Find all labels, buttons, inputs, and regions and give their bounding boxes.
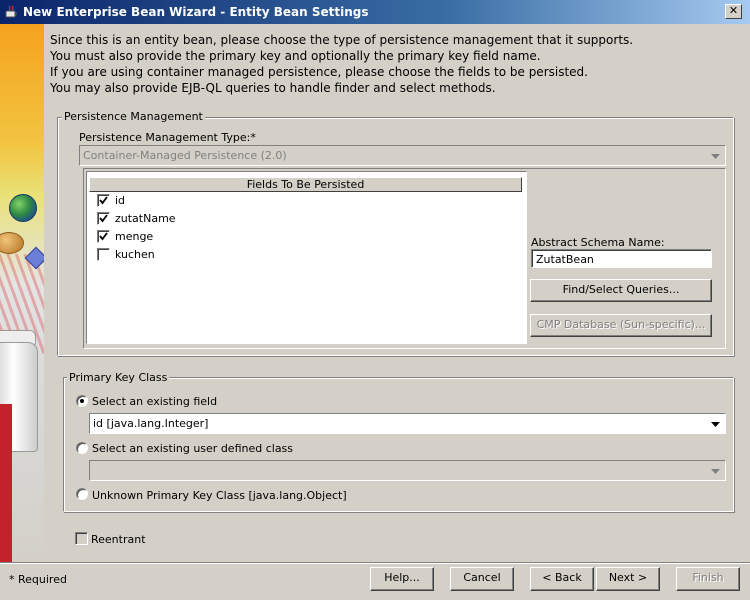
radio-unknown-class-label[interactable]: Unknown Primary Key Class [java.lang.Obj… (92, 489, 347, 502)
globe-icon (9, 194, 37, 222)
intro-line: You may also provide EJB-QL queries to h… (50, 81, 496, 95)
field-name: id (115, 194, 126, 207)
persistence-type-value: Container-Managed Persistence (2.0) (83, 149, 287, 162)
finish-label: Finish (692, 571, 724, 584)
field-name: zutatName (115, 212, 176, 225)
cancel-button[interactable]: Cancel (450, 567, 514, 591)
chevron-down-icon (711, 469, 720, 474)
radio-existing-field-label[interactable]: Select an existing field (92, 395, 217, 408)
primary-key-legend: Primary Key Class (67, 371, 170, 384)
cmp-database-button[interactable]: CMP Database (Sun-specific)... (530, 314, 712, 337)
user-class-select[interactable] (89, 460, 726, 481)
check-icon (99, 232, 108, 241)
cmp-database-label: CMP Database (Sun-specific)... (536, 318, 706, 331)
intro-line: You must also provide the primary key an… (50, 49, 541, 63)
abstract-schema-label: Abstract Schema Name: (531, 236, 665, 249)
fields-list[interactable]: Fields To Be Persisted id zutatName meng… (86, 171, 527, 344)
chevron-down-icon (711, 422, 720, 427)
help-label: Help... (384, 571, 420, 584)
reentrant-label[interactable]: Reentrant (91, 533, 146, 546)
radio-user-class[interactable] (76, 442, 88, 454)
bean-icon (0, 232, 24, 254)
title-bar: New Enterprise Bean Wizard - Entity Bean… (0, 0, 750, 24)
close-button[interactable]: ✕ (725, 4, 742, 19)
chevron-down-icon (711, 154, 720, 159)
finish-button[interactable]: Finish (676, 567, 740, 591)
field-checkbox[interactable] (97, 230, 110, 243)
field-checkbox[interactable] (97, 212, 110, 225)
field-name: kuchen (115, 248, 155, 261)
persistence-type-select[interactable]: Container-Managed Persistence (2.0) (79, 145, 726, 166)
persistence-management-legend: Persistence Management (62, 110, 205, 123)
field-name: menge (115, 230, 154, 243)
radio-unknown-class[interactable] (76, 488, 88, 500)
next-button[interactable]: Next > (596, 567, 660, 591)
intro-text: Since this is an entity bean, please cho… (50, 32, 633, 96)
intro-line: Since this is an entity bean, please cho… (50, 33, 634, 47)
field-checkbox[interactable] (97, 248, 110, 261)
cancel-label: Cancel (463, 571, 501, 584)
abstract-schema-input[interactable]: ZutatBean (531, 249, 712, 268)
wizard-graphic (0, 24, 44, 564)
back-label: < Back (542, 571, 582, 584)
intro-line: If you are using container managed persi… (50, 65, 588, 79)
persistence-type-label: Persistence Management Type:* (79, 131, 256, 144)
required-note: * Required (9, 573, 67, 586)
existing-field-select[interactable]: id [java.lang.Integer] (89, 413, 726, 434)
field-checkbox[interactable] (97, 194, 110, 207)
existing-field-value: id [java.lang.Integer] (93, 417, 209, 430)
close-icon: ✕ (728, 4, 739, 17)
java-cup-icon (5, 5, 17, 18)
check-icon (99, 196, 108, 205)
back-button[interactable]: < Back (530, 567, 594, 591)
footer-separator (0, 562, 750, 564)
find-select-queries-button[interactable]: Find/Select Queries... (530, 279, 712, 302)
reentrant-checkbox[interactable] (75, 532, 88, 545)
fields-column-header[interactable]: Fields To Be Persisted (89, 177, 522, 192)
window-title: New Enterprise Bean Wizard - Entity Bean… (23, 5, 369, 19)
check-icon (99, 214, 108, 223)
find-select-queries-label: Find/Select Queries... (562, 283, 680, 296)
next-label: Next > (608, 571, 648, 584)
help-button[interactable]: Help... (370, 567, 434, 591)
radio-existing-field[interactable] (76, 395, 88, 407)
radio-user-class-label[interactable]: Select an existing user defined class (92, 442, 293, 455)
red-band-decoration (0, 404, 12, 564)
radio-selected-dot (80, 399, 84, 403)
